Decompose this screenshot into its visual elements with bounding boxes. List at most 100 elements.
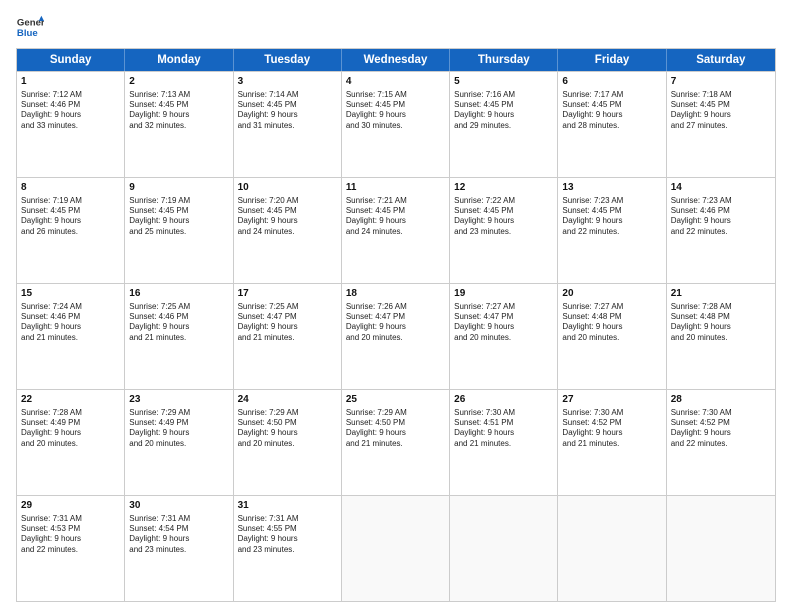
day-info: Sunrise: 7:18 AM Sunset: 4:45 PM Dayligh… [671, 90, 771, 132]
day-number: 8 [21, 181, 120, 195]
day-number: 26 [454, 393, 553, 407]
day-number: 23 [129, 393, 228, 407]
day-cell-17: 17Sunrise: 7:25 AM Sunset: 4:47 PM Dayli… [234, 284, 342, 389]
day-info: Sunrise: 7:26 AM Sunset: 4:47 PM Dayligh… [346, 302, 445, 344]
day-number: 9 [129, 181, 228, 195]
day-info: Sunrise: 7:20 AM Sunset: 4:45 PM Dayligh… [238, 196, 337, 238]
calendar-row-4: 22Sunrise: 7:28 AM Sunset: 4:49 PM Dayli… [17, 389, 775, 495]
day-number: 3 [238, 75, 337, 89]
day-info: Sunrise: 7:29 AM Sunset: 4:49 PM Dayligh… [129, 408, 228, 450]
day-cell-20: 20Sunrise: 7:27 AM Sunset: 4:48 PM Dayli… [558, 284, 666, 389]
day-cell-8: 8Sunrise: 7:19 AM Sunset: 4:45 PM Daylig… [17, 178, 125, 283]
day-info: Sunrise: 7:15 AM Sunset: 4:45 PM Dayligh… [346, 90, 445, 132]
day-cell-26: 26Sunrise: 7:30 AM Sunset: 4:51 PM Dayli… [450, 390, 558, 495]
day-cell-15: 15Sunrise: 7:24 AM Sunset: 4:46 PM Dayli… [17, 284, 125, 389]
empty-cell [667, 496, 775, 601]
logo: General Blue [16, 14, 44, 42]
header-day-tuesday: Tuesday [234, 49, 342, 71]
day-info: Sunrise: 7:28 AM Sunset: 4:49 PM Dayligh… [21, 408, 120, 450]
day-number: 21 [671, 287, 771, 301]
day-info: Sunrise: 7:29 AM Sunset: 4:50 PM Dayligh… [238, 408, 337, 450]
header-day-sunday: Sunday [17, 49, 125, 71]
day-cell-12: 12Sunrise: 7:22 AM Sunset: 4:45 PM Dayli… [450, 178, 558, 283]
day-number: 11 [346, 181, 445, 195]
day-number: 2 [129, 75, 228, 89]
page: General Blue SundayMondayTuesdayWednesda… [0, 0, 792, 612]
day-number: 6 [562, 75, 661, 89]
day-number: 30 [129, 499, 228, 513]
day-cell-13: 13Sunrise: 7:23 AM Sunset: 4:45 PM Dayli… [558, 178, 666, 283]
day-cell-5: 5Sunrise: 7:16 AM Sunset: 4:45 PM Daylig… [450, 72, 558, 177]
day-cell-6: 6Sunrise: 7:17 AM Sunset: 4:45 PM Daylig… [558, 72, 666, 177]
day-cell-4: 4Sunrise: 7:15 AM Sunset: 4:45 PM Daylig… [342, 72, 450, 177]
day-number: 7 [671, 75, 771, 89]
day-number: 18 [346, 287, 445, 301]
day-number: 12 [454, 181, 553, 195]
day-info: Sunrise: 7:17 AM Sunset: 4:45 PM Dayligh… [562, 90, 661, 132]
day-info: Sunrise: 7:23 AM Sunset: 4:45 PM Dayligh… [562, 196, 661, 238]
logo-icon: General Blue [16, 14, 44, 42]
day-cell-30: 30Sunrise: 7:31 AM Sunset: 4:54 PM Dayli… [125, 496, 233, 601]
calendar-row-3: 15Sunrise: 7:24 AM Sunset: 4:46 PM Dayli… [17, 283, 775, 389]
calendar-row-5: 29Sunrise: 7:31 AM Sunset: 4:53 PM Dayli… [17, 495, 775, 601]
day-cell-11: 11Sunrise: 7:21 AM Sunset: 4:45 PM Dayli… [342, 178, 450, 283]
day-cell-25: 25Sunrise: 7:29 AM Sunset: 4:50 PM Dayli… [342, 390, 450, 495]
day-info: Sunrise: 7:30 AM Sunset: 4:52 PM Dayligh… [562, 408, 661, 450]
day-cell-10: 10Sunrise: 7:20 AM Sunset: 4:45 PM Dayli… [234, 178, 342, 283]
day-number: 24 [238, 393, 337, 407]
day-number: 4 [346, 75, 445, 89]
day-info: Sunrise: 7:23 AM Sunset: 4:46 PM Dayligh… [671, 196, 771, 238]
day-cell-7: 7Sunrise: 7:18 AM Sunset: 4:45 PM Daylig… [667, 72, 775, 177]
day-info: Sunrise: 7:19 AM Sunset: 4:45 PM Dayligh… [21, 196, 120, 238]
day-cell-29: 29Sunrise: 7:31 AM Sunset: 4:53 PM Dayli… [17, 496, 125, 601]
header-day-friday: Friday [558, 49, 666, 71]
day-cell-21: 21Sunrise: 7:28 AM Sunset: 4:48 PM Dayli… [667, 284, 775, 389]
day-info: Sunrise: 7:25 AM Sunset: 4:46 PM Dayligh… [129, 302, 228, 344]
day-number: 20 [562, 287, 661, 301]
day-cell-27: 27Sunrise: 7:30 AM Sunset: 4:52 PM Dayli… [558, 390, 666, 495]
day-number: 17 [238, 287, 337, 301]
day-number: 14 [671, 181, 771, 195]
day-cell-24: 24Sunrise: 7:29 AM Sunset: 4:50 PM Dayli… [234, 390, 342, 495]
day-number: 29 [21, 499, 120, 513]
day-cell-14: 14Sunrise: 7:23 AM Sunset: 4:46 PM Dayli… [667, 178, 775, 283]
day-number: 25 [346, 393, 445, 407]
day-cell-9: 9Sunrise: 7:19 AM Sunset: 4:45 PM Daylig… [125, 178, 233, 283]
day-number: 1 [21, 75, 120, 89]
day-info: Sunrise: 7:27 AM Sunset: 4:47 PM Dayligh… [454, 302, 553, 344]
day-cell-23: 23Sunrise: 7:29 AM Sunset: 4:49 PM Dayli… [125, 390, 233, 495]
day-info: Sunrise: 7:31 AM Sunset: 4:55 PM Dayligh… [238, 514, 337, 556]
day-number: 5 [454, 75, 553, 89]
day-info: Sunrise: 7:27 AM Sunset: 4:48 PM Dayligh… [562, 302, 661, 344]
day-number: 16 [129, 287, 228, 301]
header-day-saturday: Saturday [667, 49, 775, 71]
header-day-monday: Monday [125, 49, 233, 71]
header-day-wednesday: Wednesday [342, 49, 450, 71]
calendar-row-1: 1Sunrise: 7:12 AM Sunset: 4:46 PM Daylig… [17, 71, 775, 177]
day-number: 27 [562, 393, 661, 407]
svg-text:Blue: Blue [17, 28, 38, 39]
day-cell-1: 1Sunrise: 7:12 AM Sunset: 4:46 PM Daylig… [17, 72, 125, 177]
calendar-body: 1Sunrise: 7:12 AM Sunset: 4:46 PM Daylig… [17, 71, 775, 601]
day-cell-3: 3Sunrise: 7:14 AM Sunset: 4:45 PM Daylig… [234, 72, 342, 177]
day-info: Sunrise: 7:12 AM Sunset: 4:46 PM Dayligh… [21, 90, 120, 132]
day-info: Sunrise: 7:14 AM Sunset: 4:45 PM Dayligh… [238, 90, 337, 132]
day-number: 10 [238, 181, 337, 195]
day-info: Sunrise: 7:30 AM Sunset: 4:52 PM Dayligh… [671, 408, 771, 450]
day-info: Sunrise: 7:21 AM Sunset: 4:45 PM Dayligh… [346, 196, 445, 238]
empty-cell [450, 496, 558, 601]
calendar: SundayMondayTuesdayWednesdayThursdayFrid… [16, 48, 776, 602]
empty-cell [558, 496, 666, 601]
header-day-thursday: Thursday [450, 49, 558, 71]
day-cell-18: 18Sunrise: 7:26 AM Sunset: 4:47 PM Dayli… [342, 284, 450, 389]
calendar-row-2: 8Sunrise: 7:19 AM Sunset: 4:45 PM Daylig… [17, 177, 775, 283]
day-cell-31: 31Sunrise: 7:31 AM Sunset: 4:55 PM Dayli… [234, 496, 342, 601]
day-number: 19 [454, 287, 553, 301]
day-number: 15 [21, 287, 120, 301]
day-info: Sunrise: 7:31 AM Sunset: 4:53 PM Dayligh… [21, 514, 120, 556]
day-cell-28: 28Sunrise: 7:30 AM Sunset: 4:52 PM Dayli… [667, 390, 775, 495]
day-info: Sunrise: 7:24 AM Sunset: 4:46 PM Dayligh… [21, 302, 120, 344]
calendar-header: SundayMondayTuesdayWednesdayThursdayFrid… [17, 49, 775, 71]
day-number: 31 [238, 499, 337, 513]
day-cell-2: 2Sunrise: 7:13 AM Sunset: 4:45 PM Daylig… [125, 72, 233, 177]
